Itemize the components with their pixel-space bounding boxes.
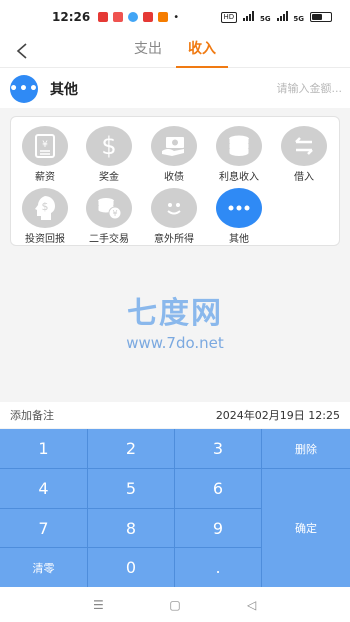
back-button[interactable]	[10, 38, 34, 64]
coins-yen-icon: ¥	[86, 188, 132, 228]
hd-icon: HD	[220, 11, 238, 23]
key-4[interactable]: 4	[0, 469, 88, 509]
home-icon[interactable]: ▢	[160, 595, 190, 615]
signal-icon-1: 5G	[243, 11, 271, 23]
category-label: 借入	[294, 172, 314, 183]
clear-button[interactable]: 清零	[0, 548, 88, 587]
system-nav-bar: ☰ ▢ ◁	[0, 587, 350, 622]
selected-category-label: 其他	[50, 82, 78, 98]
key-0[interactable]: 0	[88, 548, 175, 587]
category-bonus[interactable]: $ 奖金	[77, 121, 141, 183]
confirm-button[interactable]: 确定	[262, 469, 350, 587]
blue-app-icon	[128, 12, 139, 22]
date-picker[interactable]: 2024年02月19日 12:25	[216, 407, 340, 423]
salary-icon: ¥	[22, 126, 68, 166]
status-time: 12:26	[52, 10, 91, 24]
keypad: 1 2 3 删除 4 5 6 7 8 9 确定 清零 0 .	[0, 429, 350, 587]
transfer-arrows-icon	[281, 126, 327, 166]
battery-icon	[310, 12, 332, 22]
category-second-hand-trade[interactable]: ¥ 二手交易	[77, 183, 141, 245]
signal-1-label: 5G	[259, 15, 271, 23]
svg-text:¥: ¥	[112, 209, 117, 218]
add-note-button[interactable]: 添加备注	[10, 407, 54, 423]
red-notification-icon	[98, 12, 109, 22]
amount-row: ••• 其他	[0, 68, 350, 108]
key-5[interactable]: 5	[88, 469, 175, 509]
key-1[interactable]: 1	[0, 429, 88, 469]
watermark: 七度网 www.7do.net	[0, 288, 350, 352]
amount-input[interactable]	[222, 78, 342, 98]
key-dot[interactable]: .	[175, 548, 262, 587]
watermark-url: www.7do.net	[126, 334, 224, 352]
orange-app-icon	[113, 12, 124, 22]
red-video-icon	[143, 12, 154, 22]
coin-stack-icon	[216, 126, 262, 166]
watermark-title: 七度网	[127, 296, 223, 331]
category-other[interactable]: 其他	[207, 183, 271, 245]
note-row: 添加备注 2024年02月19日 12:25	[0, 402, 350, 428]
key-6[interactable]: 6	[175, 469, 262, 509]
category-label: 其他	[229, 234, 249, 245]
key-8[interactable]: 8	[88, 509, 175, 548]
tab-income[interactable]: 收入	[176, 34, 228, 68]
signal-icon-2: 5G	[276, 11, 304, 23]
key-2[interactable]: 2	[88, 429, 175, 469]
key-9[interactable]: 9	[175, 509, 262, 548]
status-dot: •	[173, 11, 180, 23]
category-interest-income[interactable]: 利息收入	[207, 121, 271, 183]
delete-button[interactable]: 删除	[262, 429, 350, 469]
header: 支出 收入	[0, 34, 350, 68]
signal-2-label: 5G	[293, 15, 304, 23]
debt-collection-icon	[151, 126, 197, 166]
more-dots-icon	[216, 188, 262, 228]
investment-head-icon: $	[22, 188, 68, 228]
notification-icons: •	[98, 12, 179, 23]
category-panel: ¥ 薪资 $ 奖金 收债 利息收入 借入 $ 投资回报 ¥ 二手交易 意外所得 …	[10, 116, 340, 246]
system-icons: HD 5G 5G	[220, 11, 332, 23]
back-nav-icon[interactable]: ◁	[237, 595, 267, 615]
smiley-icon	[151, 188, 197, 228]
menu-icon[interactable]: ☰	[83, 595, 113, 615]
more-dots-icon: •••	[9, 75, 38, 103]
category-borrow[interactable]: 借入	[272, 121, 336, 183]
dollar-icon: $	[86, 126, 132, 166]
bag-app-icon	[158, 12, 169, 22]
category-debt-collection[interactable]: 收债	[142, 121, 206, 183]
svg-text:$: $	[101, 132, 116, 160]
key-3[interactable]: 3	[175, 429, 262, 469]
category-investment-return[interactable]: $ 投资回报	[13, 183, 77, 245]
category-windfall[interactable]: 意外所得	[142, 183, 206, 245]
tab-expense[interactable]: 支出	[120, 34, 176, 68]
svg-text:$: $	[42, 200, 49, 213]
svg-text:¥: ¥	[42, 140, 48, 150]
chevron-left-icon	[16, 43, 27, 59]
category-salary[interactable]: ¥ 薪资	[13, 121, 77, 183]
status-bar: 12:26 • HD 5G 5G	[0, 0, 350, 34]
battery-fill	[312, 14, 322, 20]
key-7[interactable]: 7	[0, 509, 88, 548]
